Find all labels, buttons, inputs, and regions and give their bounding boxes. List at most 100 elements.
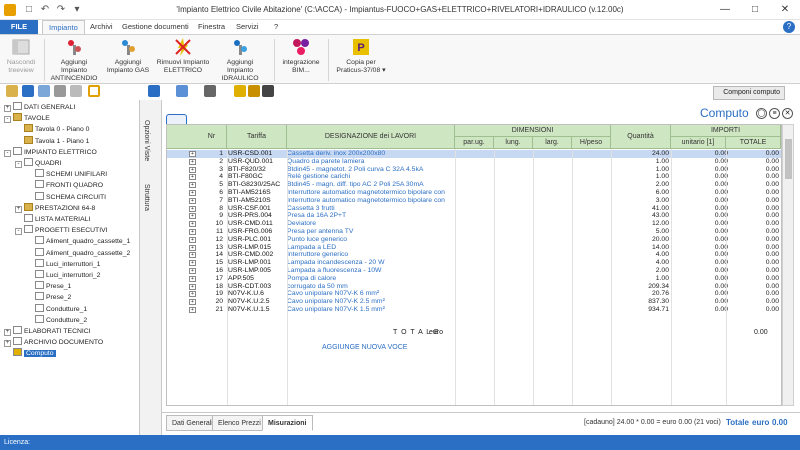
table-row[interactable]: +15 USR-LMP.001 Lampada incandescenza - 20… <box>167 259 781 267</box>
table-row[interactable]: +19 N07V-K.U.6 Cavo unipolare N07V-K 6 mm²… <box>167 290 781 298</box>
tree-item[interactable]: + ARCHIVIO DOCUMENTO <box>4 337 103 348</box>
undo-quick-icon[interactable]: ↶ <box>38 2 52 18</box>
tree-item[interactable]: + DATI GENERALI <box>4 102 75 113</box>
customize-quick-icon[interactable]: ▾ <box>70 2 84 18</box>
copy-praticus-button[interactable]: P Copia per Praticus-37/08 ▾ <box>334 37 388 75</box>
collapse-icon[interactable]: - <box>4 116 11 124</box>
redo-quick-icon[interactable]: ↷ <box>54 2 68 18</box>
expand-icon[interactable]: + <box>4 105 11 112</box>
help-icon[interactable]: ? <box>783 21 795 33</box>
tree-item[interactable]: - QUADRI <box>15 158 61 169</box>
expand-icon[interactable]: + <box>189 182 196 189</box>
frame-icon[interactable] <box>88 85 100 97</box>
add-gas-button[interactable]: Aggiungi Impianto GAS <box>104 37 152 75</box>
copy-icon[interactable] <box>176 85 188 97</box>
table-row[interactable]: +3 BTI-F820/32 Btdin45 - magnetot. 2 Poli … <box>167 166 781 174</box>
move-icon[interactable] <box>70 85 82 97</box>
expand-icon[interactable]: + <box>189 213 196 220</box>
bim-integration-button[interactable]: integrazione BIM... <box>280 37 322 75</box>
maximize-button[interactable]: □ <box>740 0 770 20</box>
tree-item[interactable]: LISTA MATERIALI <box>15 214 90 225</box>
tab-misurazioni[interactable]: Misurazioni <box>262 415 313 431</box>
table-row[interactable]: +5 BTI-G8230/25AC Btdin45 - magn. diff. ti… <box>167 181 781 189</box>
save-quick-icon[interactable]: □ <box>22 2 36 18</box>
table-row[interactable]: +21 N07V-K.U.1.5 Cavo unipolare N07V-K 1.5… <box>167 306 781 314</box>
close-button[interactable]: ✕ <box>770 0 800 20</box>
tree-item[interactable]: Prese_1 <box>26 281 71 292</box>
table-row[interactable]: +2 USR-QUD.001 Quadro da parete lamiera 1.0… <box>167 158 781 166</box>
table-row[interactable]: +1 USR-CSD.001 Cassetta deriv. inox 200x20… <box>167 150 781 158</box>
tree-item[interactable]: Computo <box>4 348 56 359</box>
tree-item[interactable]: SCHEMA CIRCUITI <box>26 191 106 203</box>
file-tab[interactable]: FILE <box>0 20 38 34</box>
settings-icon[interactable] <box>54 85 66 97</box>
list-icon[interactable]: ≡ <box>769 108 780 119</box>
componi-computo-button[interactable]: Componi computo <box>713 86 785 100</box>
tab-impianto[interactable]: Impianto <box>42 20 85 34</box>
tree-item[interactable]: Aliment_quadro_cassette_1 <box>26 236 130 247</box>
table-row[interactable]: +10 USR-CMD.011 Deviatore 12.00 0.00 0.00 <box>167 220 781 228</box>
expand-icon[interactable]: + <box>189 244 196 251</box>
collapse-icon[interactable]: - <box>15 161 22 168</box>
tree-item[interactable]: - IMPIANTO ELETTRICO <box>4 146 97 158</box>
expand-icon[interactable]: + <box>4 340 11 348</box>
add-idraulico-button[interactable]: Aggiungi Impianto IDRAULICO <box>214 37 266 83</box>
expand-icon[interactable]: + <box>189 299 196 306</box>
tree-item[interactable]: Condutture_1 <box>26 303 87 315</box>
view-icon[interactable] <box>22 85 34 97</box>
tree-item[interactable]: Aliment_quadro_cassette_2 <box>26 247 130 259</box>
table-row[interactable]: +18 USR-CDT.003 corrugato da 50 mm 209.34 0.… <box>167 283 781 291</box>
tree-item[interactable]: - TAVOLE <box>4 113 50 124</box>
table-row[interactable]: +16 USR-LMP.005 Lampada a fluorescenza - 1… <box>167 267 781 275</box>
table-row[interactable]: +7 BTI-AM5210S Interruttore automatico mag… <box>167 197 781 205</box>
table-row[interactable]: +20 N07V-K.U.2.5 Cavo unipolare N07V-K 2.5… <box>167 298 781 306</box>
tree-item[interactable]: Prese_2 <box>26 292 71 303</box>
zoom-icon[interactable]: ◯ <box>756 108 767 119</box>
collapse-icon[interactable]: - <box>15 228 22 236</box>
tree-item[interactable]: SCHEMI UNIFILARI <box>26 169 107 180</box>
tab-dati-generali[interactable]: Dati Generali <box>166 415 219 431</box>
table-row[interactable]: +6 BTI-AM5216S Interruttore automatico mag… <box>167 189 781 197</box>
expand-icon[interactable]: + <box>189 291 196 298</box>
table-row[interactable]: +14 USR-CMD.002 Interruttore generico 4.00 0… <box>167 251 781 259</box>
copy-praticus-dropdown-icon[interactable]: ▾ <box>382 67 385 74</box>
tree-item[interactable]: Tavola 0 - Piano 0 <box>15 124 89 135</box>
table-row[interactable]: +13 USR-LMP.015 Lampada a LED 14.00 0.00 0.00 <box>167 244 781 252</box>
expand-icon[interactable]: + <box>189 158 196 165</box>
tree-item[interactable]: Luci_interruttori_1 <box>26 258 100 270</box>
collapse-icon[interactable]: - <box>4 149 11 157</box>
expand-icon[interactable]: + <box>189 221 196 228</box>
tab-finestra[interactable]: Finestra <box>192 20 231 34</box>
expand-icon[interactable]: + <box>189 252 196 259</box>
add-antincendio-button[interactable]: Aggiungi Impianto ANTINCENDIO <box>48 37 100 83</box>
tree-item[interactable]: + PRESTAZIONI 64-8 <box>15 202 95 214</box>
expand-icon[interactable]: + <box>189 236 196 243</box>
grid-scrollbar[interactable] <box>782 124 794 406</box>
minimize-button[interactable]: — <box>710 0 740 20</box>
close-grid-icon[interactable]: ✕ <box>782 108 793 119</box>
save-icon[interactable] <box>148 85 160 97</box>
scrollbar-thumb[interactable] <box>785 139 792 179</box>
expand-icon[interactable]: + <box>189 283 196 290</box>
table-row[interactable]: +4 BTI-F80GC Relè gestione carichi 1.00 0.00… <box>167 173 781 181</box>
table-row[interactable]: +8 USR-CSF.001 Cassetta 3 frutti 41.00 0.00 0… <box>167 205 781 213</box>
expand-icon[interactable]: + <box>189 260 196 267</box>
table-row[interactable]: +17 APP.505 Pompa di calore 1.00 0.00 0.00 <box>167 275 781 283</box>
tab-servizi[interactable]: Servizi <box>230 20 265 34</box>
tree-item[interactable]: Condutture_2 <box>26 314 87 326</box>
add-new-item-button[interactable]: AGGIUNGE NUOVA VOCE <box>322 344 407 351</box>
open-icon[interactable] <box>6 85 18 97</box>
print-icon[interactable] <box>204 85 216 97</box>
expand-icon[interactable]: + <box>4 329 11 336</box>
expand-icon[interactable]: + <box>189 268 196 274</box>
expand-icon[interactable]: + <box>15 205 22 213</box>
expand-icon[interactable]: + <box>189 307 196 313</box>
table-row[interactable]: +9 USR-PRS.004 Presa da 16A 2P+T 43.00 0.00 0… <box>167 212 781 220</box>
hide-treeview-button[interactable]: Nascondi treeview <box>2 37 40 75</box>
tab-opzioni-viste[interactable]: Opzioni Viste <box>143 120 150 161</box>
expand-icon[interactable]: + <box>189 229 196 235</box>
tree-item[interactable]: - PROGETTI ESECUTIVI <box>15 225 108 236</box>
mail-icon[interactable] <box>234 85 246 97</box>
disk-icon[interactable] <box>262 85 274 97</box>
tab-elenco-prezzi[interactable]: Elenco Prezzi <box>212 415 267 431</box>
